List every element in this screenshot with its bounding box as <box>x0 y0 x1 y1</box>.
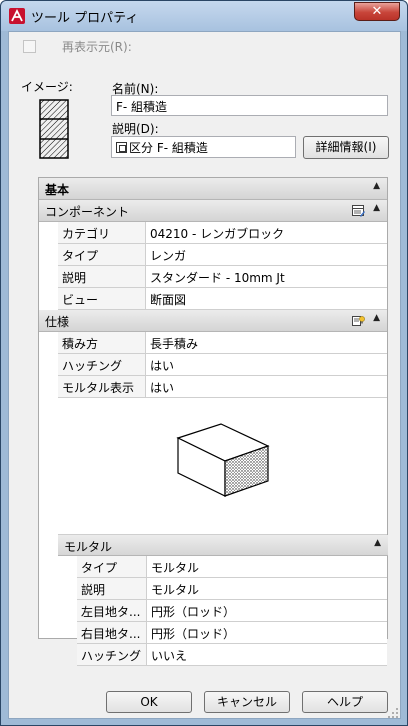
group-header-spec[interactable]: 仕様 ▲ <box>39 310 387 332</box>
help-button[interactable]: ヘルプ <box>302 691 388 713</box>
property-key: モルタル表示 <box>58 376 146 398</box>
tool-properties-dialog: ツール プロパティ ✕ 再表示元(R): イメージ: 名前(N): F- 組積造… <box>0 0 408 726</box>
description-field[interactable]: 区分 F- 組積造 <box>111 136 296 158</box>
style-bulb-icon[interactable] <box>352 314 365 327</box>
property-row[interactable]: ビュー 断面図 <box>58 288 387 310</box>
brick-preview-icon <box>176 423 270 497</box>
property-row[interactable]: 説明 モルタル <box>77 578 387 600</box>
group-title: 基本 <box>45 183 70 197</box>
app-logo-icon <box>9 8 25 24</box>
dialog-body: 再表示元(R): イメージ: 名前(N): F- 組積造 説明(D): 区分 F… <box>8 31 401 719</box>
property-key: ビュー <box>58 288 146 310</box>
redisplay-label: 再表示元(R): <box>62 40 132 54</box>
property-value[interactable]: はい <box>146 354 387 376</box>
property-value[interactable]: モルタル <box>147 578 387 600</box>
property-value[interactable]: レンガ <box>146 244 387 266</box>
property-key: ハッチング <box>77 644 147 666</box>
section-title: モルタル <box>64 540 113 554</box>
property-value[interactable]: スタンダード - 10mm Jt <box>146 266 387 288</box>
image-label: イメージ: <box>21 80 73 94</box>
edit-table-icon[interactable] <box>352 204 365 217</box>
collapse-icon[interactable]: ▲ <box>373 181 380 191</box>
property-row[interactable]: 左目地タ... 円形（ロッド） <box>77 600 387 622</box>
cancel-button[interactable]: キャンセル <box>204 691 290 713</box>
group-header-basic[interactable]: 基本 ▲ <box>39 178 387 200</box>
property-row[interactable]: ハッチング いいえ <box>77 644 387 666</box>
property-value[interactable]: 円形（ロッド） <box>147 622 387 644</box>
property-key: 説明 <box>58 266 146 288</box>
collapse-icon[interactable]: ▲ <box>374 538 381 548</box>
collapse-icon[interactable]: ▲ <box>373 203 380 213</box>
property-value[interactable]: 円形（ロッド） <box>147 600 387 622</box>
window-title: ツール プロパティ <box>31 11 139 26</box>
property-value[interactable]: 長手積み <box>146 332 387 354</box>
property-key: 左目地タ... <box>77 600 147 622</box>
group-title: 仕様 <box>45 315 70 329</box>
description-icon <box>116 142 127 153</box>
property-key: カテゴリ <box>58 222 146 244</box>
property-row[interactable]: カテゴリ 04210 - レンガブロック <box>58 222 387 244</box>
property-key: タイプ <box>77 556 147 578</box>
close-button[interactable]: ✕ <box>354 2 400 21</box>
property-value[interactable]: 断面図 <box>146 288 387 310</box>
property-row[interactable]: 積み方 長手積み <box>58 332 387 354</box>
property-value[interactable]: いいえ <box>147 644 387 666</box>
redisplay-checkbox[interactable] <box>23 40 36 53</box>
collapse-icon[interactable]: ▲ <box>373 313 380 323</box>
title-bar[interactable]: ツール プロパティ ✕ <box>1 1 407 31</box>
brick-preview <box>58 398 387 535</box>
property-key: ハッチング <box>58 354 146 376</box>
property-value[interactable]: 04210 - レンガブロック <box>146 222 387 244</box>
property-row[interactable]: タイプ レンガ <box>58 244 387 266</box>
section-header-component[interactable]: コンポーネント ▲ <box>39 200 387 222</box>
property-key: タイプ <box>58 244 146 266</box>
masonry-hatch-icon <box>39 99 69 159</box>
section-title: コンポーネント <box>45 205 130 219</box>
close-icon: ✕ <box>371 4 383 19</box>
properties-palette: 基本 ▲ コンポーネント ▲ カテゴリ 04210 - レンガブロック タイプ … <box>38 177 388 666</box>
property-key: 説明 <box>77 578 147 600</box>
property-row[interactable]: 説明 スタンダード - 10mm Jt <box>58 266 387 288</box>
details-button[interactable]: 詳細情報(I) <box>303 136 389 159</box>
description-label: 説明(D): <box>112 122 159 136</box>
property-value[interactable]: はい <box>146 376 387 398</box>
property-row[interactable]: 右目地タ... 円形（ロッド） <box>77 622 387 644</box>
property-row[interactable]: タイプ モルタル <box>77 556 387 578</box>
resize-grip-icon[interactable] <box>387 707 399 719</box>
property-key: 積み方 <box>58 332 146 354</box>
section-header-mortar[interactable]: モルタル ▲ <box>58 535 388 556</box>
property-row[interactable]: ハッチング はい <box>58 354 387 376</box>
name-input[interactable]: F- 組積造 <box>111 95 388 116</box>
property-row[interactable]: モルタル表示 はい <box>58 376 387 398</box>
ok-button[interactable]: OK <box>106 691 192 713</box>
description-value: 区分 F- 組積造 <box>129 141 208 155</box>
property-value[interactable]: モルタル <box>147 556 387 578</box>
property-key: 右目地タ... <box>77 622 147 644</box>
